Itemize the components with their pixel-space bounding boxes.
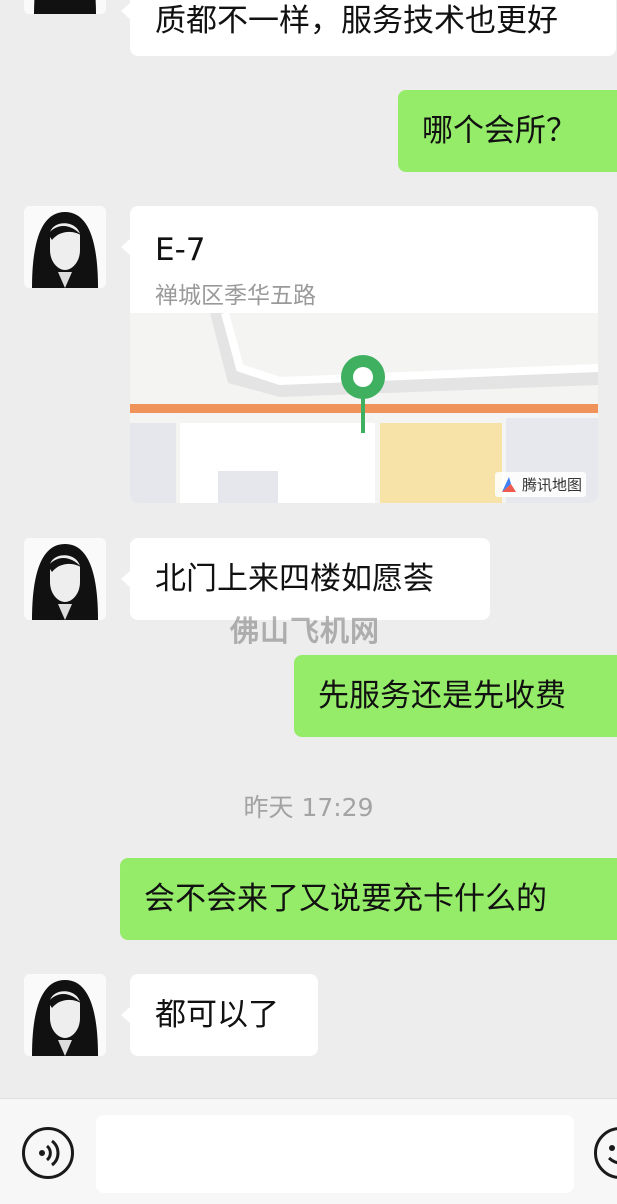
message-bubble[interactable]: 都可以了 (121, 974, 318, 1056)
map-provider-logo: 腾讯地图 (494, 472, 586, 497)
tencent-map-icon (501, 476, 516, 492)
watermark: 佛山飞机网 (230, 614, 381, 648)
message-bubble[interactable]: 质都不一样，服务技术也更好 (121, 0, 616, 56)
input-bar (0, 1098, 617, 1204)
message-text: 北门上来四楼如愿荟 (155, 560, 434, 597)
location-name: E-7 (155, 232, 206, 268)
message-text: 质都不一样，服务技术也更好 (155, 2, 558, 39)
avatar[interactable] (24, 974, 106, 1056)
message-text: 都可以了 (155, 996, 279, 1033)
avatar[interactable] (24, 538, 106, 620)
location-card[interactable]: E-7 禅城区季华五路 腾讯地图 (130, 206, 598, 503)
avatar[interactable] (24, 206, 106, 288)
avatar[interactable] (24, 0, 106, 14)
message-text: 会不会来了又说要充卡什么的 (144, 880, 547, 917)
emoji-icon[interactable] (594, 1127, 617, 1179)
map-provider-label: 腾讯地图 (521, 476, 582, 494)
message-bubble[interactable]: 会不会来了又说要充卡什么的 (120, 858, 617, 940)
message-text: 哪个会所？ (422, 112, 577, 149)
map-preview[interactable]: 腾讯地图 (130, 311, 598, 503)
message-input[interactable] (96, 1115, 574, 1193)
voice-icon[interactable] (22, 1127, 74, 1179)
message-bubble[interactable]: 哪个会所？ (398, 90, 617, 172)
message-text: 先服务还是先收费 (318, 677, 566, 714)
message-timestamp: 昨天 17:29 (243, 793, 374, 822)
message-bubble[interactable]: 先服务还是先收费 (294, 655, 617, 737)
location-address: 禅城区季华五路 (155, 283, 316, 309)
